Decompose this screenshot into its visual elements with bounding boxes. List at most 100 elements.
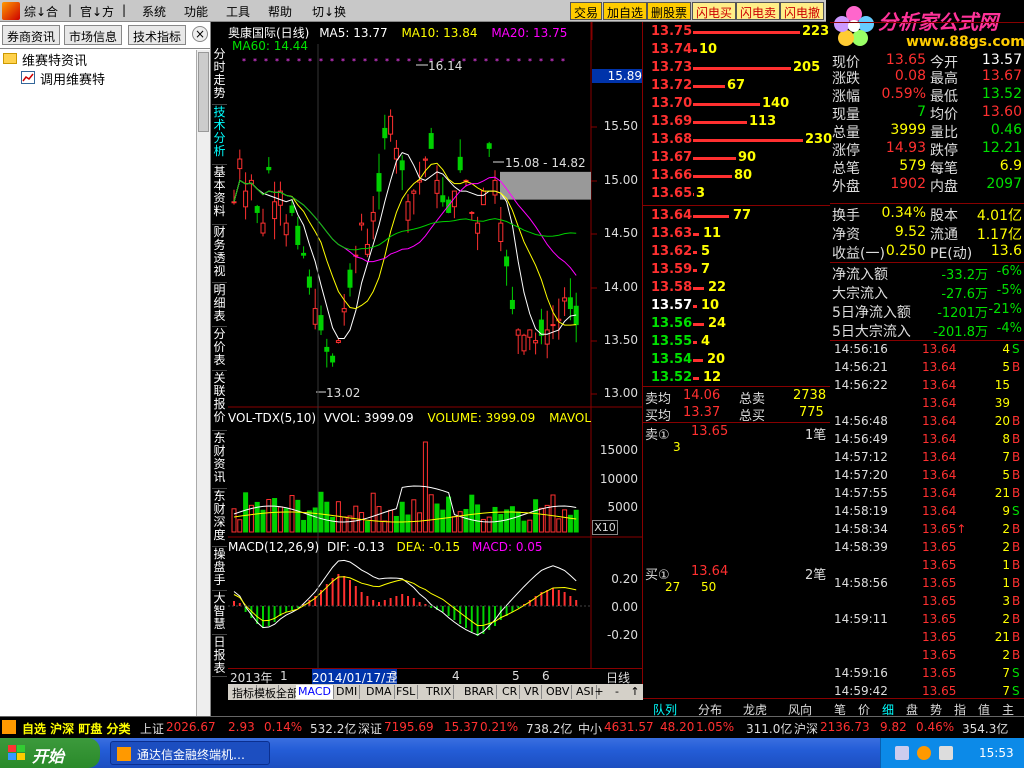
start-button[interactable]: 开始	[0, 738, 100, 768]
menu-system[interactable]: 系统	[142, 3, 166, 20]
tree-item-call-vst[interactable]: 调用维赛特	[40, 69, 105, 88]
volume-bar	[498, 513, 504, 533]
flow-pct: -5%	[996, 283, 1022, 298]
event-marker: *	[528, 57, 532, 66]
menu-tools[interactable]: 工具	[226, 3, 250, 20]
tray-volume-icon[interactable]	[939, 746, 953, 760]
volume-bar	[515, 511, 521, 533]
menu-guanfang[interactable]: 官↓方	[80, 3, 114, 20]
candle-body	[301, 252, 307, 256]
app-logo-icon[interactable]	[2, 2, 20, 20]
indicator-tab[interactable]: VR	[522, 685, 543, 699]
sz-pct: 0.21%	[480, 720, 519, 734]
vtab-item[interactable]: 技术分析	[212, 106, 227, 165]
tab-broker-news[interactable]: 券商资讯	[2, 25, 61, 45]
sme-label: 中小	[578, 722, 603, 736]
add-watchlist-button[interactable]: 加自选	[603, 2, 648, 20]
menu-switch[interactable]: 切↓换	[312, 3, 346, 20]
scrollbar-thumb[interactable]	[198, 52, 209, 132]
ask-volume-bar	[693, 67, 791, 70]
tick-qty: 3	[1002, 594, 1010, 608]
remove-stock-button[interactable]: 删股票	[647, 2, 692, 20]
ask-price: 13.73	[651, 60, 693, 75]
ask-volume-bar	[693, 139, 803, 142]
sidebar-scrollbar[interactable]	[196, 50, 210, 716]
flash-sell-button[interactable]: 闪电卖	[736, 2, 781, 20]
vtab-item[interactable]: 东财深度	[212, 490, 227, 547]
info-value: 7	[917, 104, 926, 120]
indicator-tab[interactable]: MACD	[296, 685, 334, 699]
chart-control-button[interactable]: -	[610, 685, 624, 698]
bid-price: 13.56	[651, 316, 693, 331]
trade-button[interactable]: 交易	[570, 2, 603, 20]
menu-zonghe[interactable]: 综↓合	[24, 3, 58, 20]
vtab-item[interactable]: 分时走势	[212, 48, 227, 105]
tick-dir: B	[1012, 522, 1021, 536]
vtab-item[interactable]: 东财资讯	[212, 432, 227, 489]
sme-change: 48.20	[660, 720, 695, 734]
indicator-tab[interactable]: CR	[500, 685, 521, 699]
chart-control-button[interactable]: ↑	[628, 685, 642, 698]
ask-price: 13.68	[651, 132, 693, 147]
taskbar-window-title: 通达信金融终端机…	[137, 748, 246, 762]
indicator-tab[interactable]: FSL	[394, 685, 419, 699]
vtab-item[interactable]: 基本资料	[212, 166, 227, 225]
info-value: 13.60	[981, 104, 1022, 120]
bid-volume-bar	[693, 305, 697, 308]
divider	[643, 386, 830, 387]
tray-app-icon[interactable]	[917, 746, 931, 760]
close-icon[interactable]: ×	[192, 26, 208, 42]
status-categories[interactable]: 自选 沪深 町盘 分类	[22, 720, 131, 737]
flash-buy-button[interactable]: 闪电买	[692, 2, 737, 20]
indicator-tab[interactable]: OBV	[544, 685, 573, 699]
volume-bar	[457, 511, 463, 533]
vtab-item[interactable]: 大智慧	[212, 592, 227, 635]
vtab-item[interactable]: 明细表	[212, 284, 227, 327]
vtab-item[interactable]: 日报表	[212, 636, 227, 677]
vtab-item[interactable]: 分价表	[212, 328, 227, 371]
candle-body	[527, 329, 533, 338]
candle-body	[295, 225, 301, 245]
tree-item-vst-news[interactable]: 维赛特资讯	[22, 50, 87, 69]
macd-title: MACD(12,26,9)	[228, 540, 320, 554]
tray-network-icon[interactable]	[895, 746, 909, 760]
tab-tech-indicators[interactable]: 技术指标	[128, 25, 187, 45]
bid-qty: 7	[701, 262, 711, 277]
volume-bar	[382, 520, 388, 533]
tick-qty: 21	[994, 486, 1010, 500]
tick-qty: 1	[1002, 576, 1010, 590]
candle-body	[428, 133, 434, 149]
vtab-item[interactable]: 财务透视	[212, 226, 227, 283]
vtab-item[interactable]: 操盘手	[212, 548, 227, 591]
flash-cancel-button[interactable]: 闪电撤	[780, 2, 825, 20]
chart-control-button[interactable]: +	[592, 685, 606, 698]
candle-body	[399, 160, 405, 171]
volume-bar	[544, 504, 550, 533]
indicator-tab[interactable]: DMA	[364, 685, 395, 699]
vtab-item[interactable]: 关联报价	[212, 372, 227, 431]
tick-qty: 21	[994, 630, 1010, 644]
taskbar-window-button[interactable]: 通达信金融终端机…	[110, 741, 270, 765]
candle-body	[231, 201, 237, 204]
ask-volume-bar	[693, 157, 736, 160]
candle-body	[359, 222, 365, 226]
tab-market-info[interactable]: 市场信息	[64, 25, 123, 45]
candle-body	[324, 346, 330, 352]
sz-value: 7195.69	[384, 720, 434, 734]
tick-qty: 4	[1002, 342, 1010, 356]
indicator-tab[interactable]: BRAR	[462, 685, 497, 699]
indicator-tab[interactable]: DMI	[334, 685, 361, 699]
menu-function[interactable]: 功能	[184, 3, 208, 20]
chart-canvas: * * * * * * * * * * * * * * * * * * * * * * * * * * * * * *	[228, 22, 643, 668]
sell-avg: 14.06	[683, 388, 721, 403]
ask-volume-bar	[693, 49, 697, 52]
sh-change: 2.93	[228, 720, 255, 734]
bid-qty: 4	[701, 334, 711, 349]
menu-help[interactable]: 帮助	[268, 3, 292, 20]
tick-price: 13.64	[922, 486, 957, 500]
candle-body	[335, 340, 341, 343]
high-price-mark: 16.14	[428, 59, 463, 73]
event-marker: *	[484, 57, 488, 66]
indicator-tab[interactable]: TRIX	[424, 685, 455, 699]
kline-chart-panel[interactable]: 奥康国际(日线) MA5: 13.77 MA10: 13.84 MA20: 13…	[228, 22, 643, 716]
